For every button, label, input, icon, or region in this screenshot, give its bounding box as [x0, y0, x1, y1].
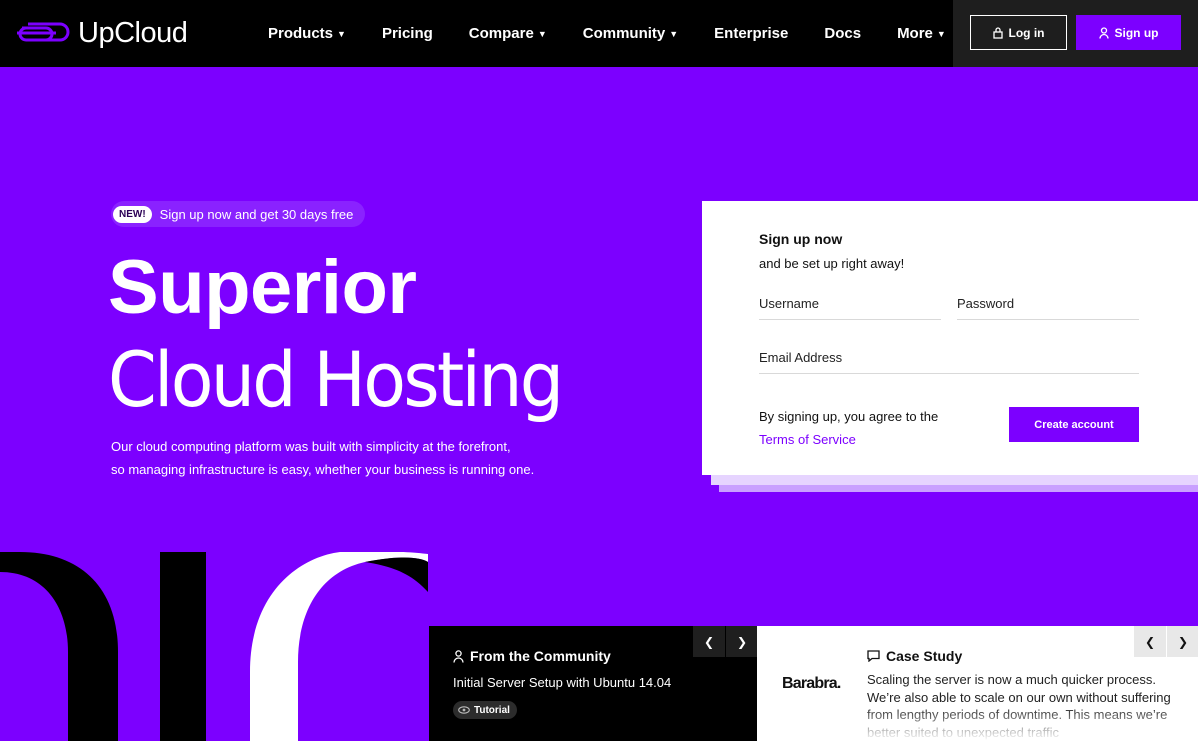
signup-button-label: Sign up [1114, 25, 1159, 40]
hero-description-line: Our cloud computing platform was built w… [111, 439, 511, 454]
chevron-left-icon[interactable]: ❮ [1133, 626, 1166, 657]
nav-products-label: Products [268, 25, 334, 42]
tutorial-tag-label: Tutorial [474, 704, 510, 716]
hero-description-line: so managing infrastructure is easy, whet… [111, 461, 535, 477]
decorative-curve-shadow [365, 557, 428, 592]
signup-card-subtitle: and be set up right away! [759, 256, 905, 271]
decorative-curve-shape [250, 552, 428, 741]
nav-community-label: Community [582, 25, 666, 42]
password-field[interactable]: Password [957, 296, 1139, 320]
nav-more[interactable]: More ▼ [897, 25, 946, 42]
lock-icon [992, 26, 1003, 39]
login-button[interactable]: Log in [970, 15, 1067, 50]
eye-icon [458, 706, 470, 714]
hero-description: Our cloud computing platform was built w… [111, 436, 591, 481]
nav-community[interactable]: Community ▼ [583, 25, 678, 42]
promo-text: Sign up now and get 30 days free [159, 206, 354, 222]
nav-pricing[interactable]: Pricing [382, 25, 433, 42]
community-article-link[interactable]: Initial Server Setup with Ubuntu 14.04 [453, 675, 671, 690]
username-field[interactable]: Username [759, 296, 941, 320]
chevron-down-icon: ▼ [936, 28, 946, 39]
user-icon [1098, 26, 1109, 39]
chevron-right-icon[interactable]: ❯ [725, 626, 758, 657]
email-field[interactable]: Email Address [759, 350, 1139, 374]
community-title: From the Community [453, 648, 611, 664]
person-icon [453, 649, 464, 663]
nav-docs-label: Docs [824, 25, 862, 42]
chevron-down-icon: ▼ [669, 28, 679, 39]
create-account-button[interactable]: Create account [1009, 407, 1139, 442]
login-button-label: Log in [1008, 25, 1045, 40]
signup-card: Sign up now and be set up right away! Us… [702, 201, 1198, 475]
upcloud-logo-icon [17, 22, 70, 42]
case-study-brand-logo: Barabra. [782, 675, 841, 692]
nav-enterprise-label: Enterprise [714, 25, 789, 42]
chevron-down-icon: ▼ [537, 28, 547, 39]
community-panel: ❮ ❯ From the Community Initial Server Se… [429, 626, 758, 741]
community-carousel-controls: ❮ ❯ [692, 626, 758, 657]
nav-more-label: More [897, 25, 933, 42]
case-study-carousel-controls: ❮ ❯ [1133, 626, 1198, 657]
decorative-arch-shape [0, 552, 118, 741]
community-title-label: From the Community [470, 648, 611, 664]
signup-card-title: Sign up now [759, 231, 843, 247]
new-badge: NEW! [113, 205, 152, 223]
terms-notice: By signing up, you agree to the Terms of… [759, 405, 979, 451]
nav-products[interactable]: Products ▼ [268, 25, 346, 42]
nav-pricing-label: Pricing [381, 25, 433, 42]
signup-button[interactable]: Sign up [1076, 15, 1181, 50]
chevron-left-icon[interactable]: ❮ [692, 626, 725, 657]
decorative-shapes [0, 552, 428, 741]
chevron-down-icon: ▼ [337, 28, 346, 39]
decorative-bar-shape [160, 552, 206, 741]
terms-prefix: By signing up, you agree to the [759, 409, 939, 424]
case-study-title-label: Case Study [886, 648, 963, 664]
hero-title-light: Cloud Hosting [108, 335, 564, 424]
nav-compare[interactable]: Compare ▼ [469, 25, 547, 42]
terms-of-service-link[interactable]: Terms of Service [759, 428, 979, 451]
main-menu: Products ▼ Pricing Compare ▼ Community ▼ En… [268, 0, 982, 67]
hero-title-bold: Superior [108, 245, 417, 330]
nav-enterprise[interactable]: Enterprise [714, 25, 788, 42]
chevron-right-icon[interactable]: ❯ [1166, 626, 1198, 657]
chat-bubble-icon [867, 650, 880, 662]
tutorial-tag: Tutorial [453, 701, 517, 719]
nav-docs[interactable]: Docs [824, 25, 861, 42]
logo[interactable]: UpCloud [16, 17, 188, 49]
text-fade-overlay [757, 706, 1198, 741]
promo-pill[interactable]: NEW! Sign up now and get 30 days free [111, 201, 366, 227]
top-navbar: UpCloud Products ▼ Pricing Compare ▼ Commu… [0, 0, 1198, 67]
logo-text: UpCloud [78, 17, 188, 49]
case-study-panel: ❮ ❯ Barabra. Case Study Scaling the serv… [757, 626, 1198, 741]
nav-compare-label: Compare [468, 25, 534, 42]
case-study-title: Case Study [867, 648, 962, 664]
